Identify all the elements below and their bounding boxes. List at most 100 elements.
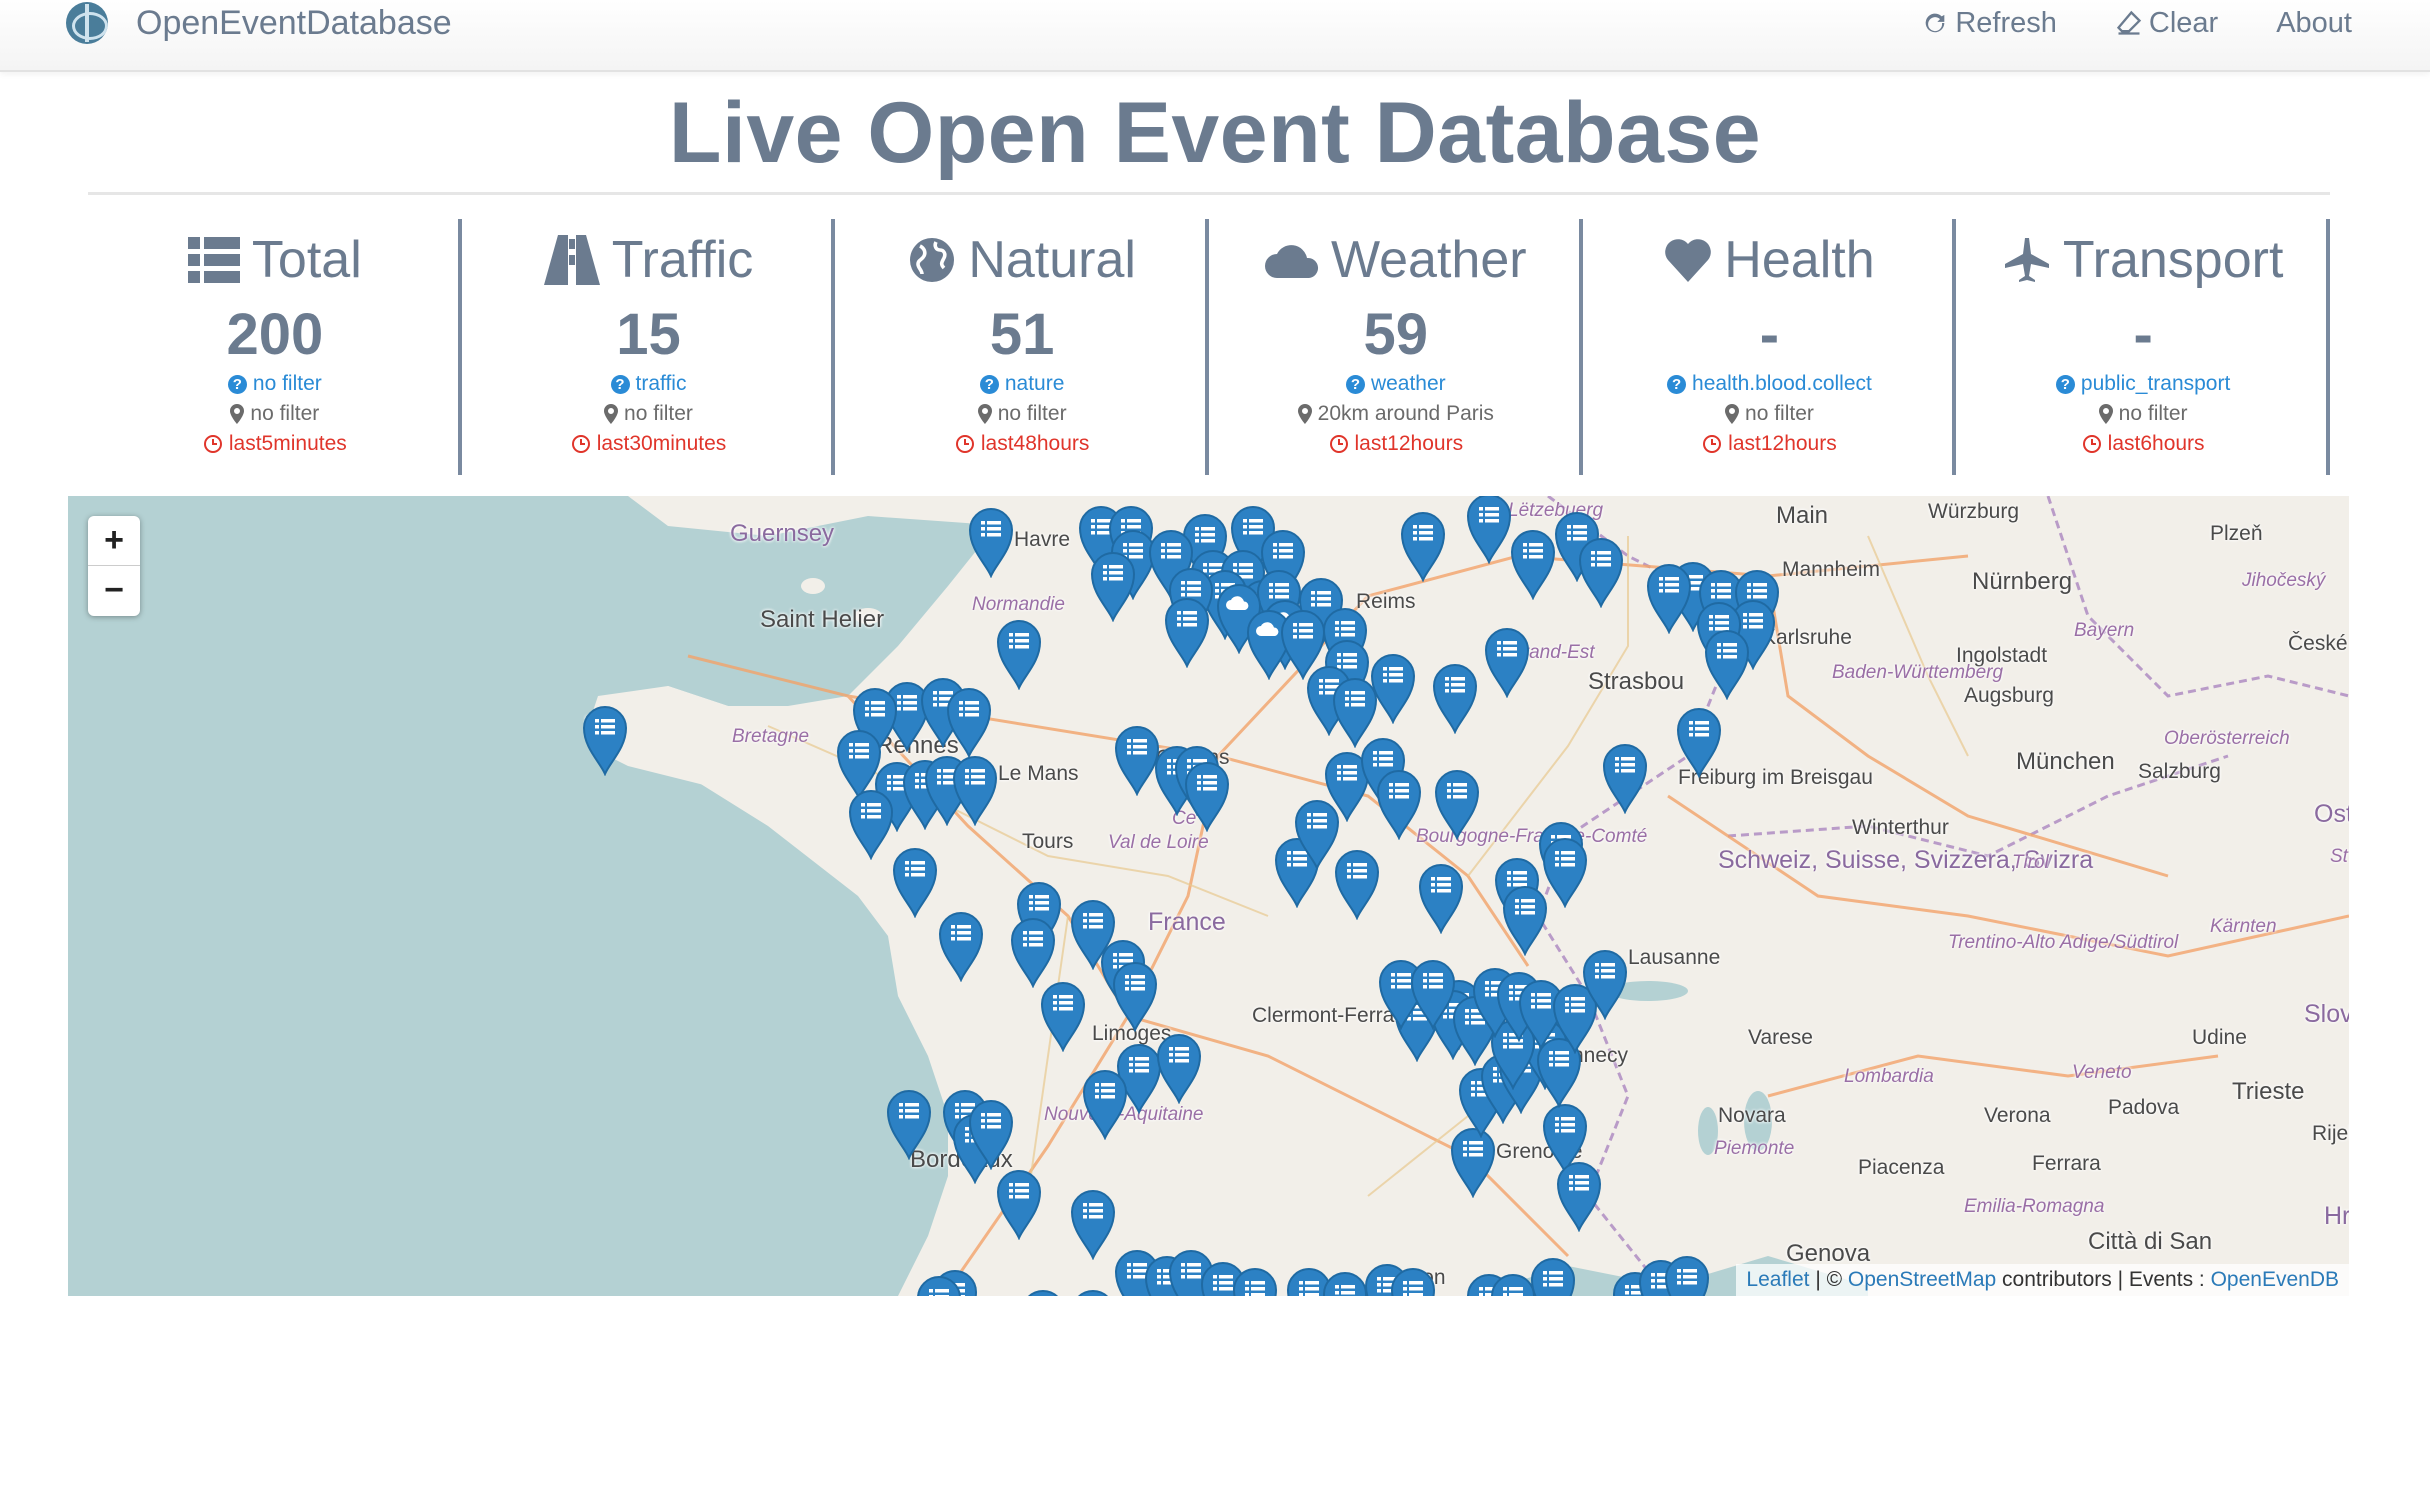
stat-health[interactable]: Health - ? health.blood.collect no filter… (1583, 215, 1957, 475)
event-marker[interactable] (1088, 548, 1138, 623)
event-marker[interactable] (1110, 958, 1160, 1033)
map-label: Oberösterreich (2164, 728, 2290, 749)
stat-total[interactable]: Total 200 ? no filter no filter last5minu… (88, 215, 462, 475)
leaflet-link[interactable]: Leaflet (1746, 1268, 1809, 1291)
event-marker[interactable] (1182, 758, 1232, 833)
about-link[interactable]: About (2276, 7, 2352, 40)
event-marker[interactable] (994, 616, 1044, 691)
event-marker[interactable] (1008, 914, 1058, 989)
event-marker[interactable] (1702, 626, 1752, 701)
stat-value: - (2133, 302, 2153, 367)
oedb-link[interactable]: OpenEvenDB (2211, 1268, 2339, 1291)
map-pin-icon (977, 404, 992, 424)
osm-link[interactable]: OpenStreetMap (1848, 1268, 1996, 1291)
event-marker[interactable] (890, 844, 940, 919)
map-label: Mannheim (1782, 558, 1881, 581)
event-marker[interactable] (884, 1086, 934, 1161)
event-marker[interactable] (1482, 624, 1532, 699)
map-label: France (1148, 908, 1226, 936)
map-label: Piacenza (1858, 1156, 1945, 1179)
event-marker[interactable] (1080, 1066, 1130, 1141)
event-marker[interactable] (1464, 496, 1514, 565)
event-marker[interactable] (580, 702, 630, 777)
map-label: Lausanne (1628, 946, 1721, 969)
event-marker[interactable] (1580, 946, 1630, 1021)
event-marker[interactable] (1038, 978, 1088, 1053)
event-marker[interactable] (1508, 526, 1558, 601)
clock-icon (2082, 435, 2101, 453)
event-marker[interactable] (950, 752, 1000, 827)
event-marker[interactable] (1154, 1030, 1204, 1105)
stat-filter[interactable]: traffic (636, 369, 687, 399)
map-attribution: Leaflet | © OpenStreetMap contributors |… (1736, 1264, 2349, 1296)
stat-natural[interactable]: Natural 51 ? nature no filter last48hours (835, 215, 1209, 475)
stat-weather[interactable]: Weather 59 ? weather 20km around Paris la… (1209, 215, 1583, 475)
map-label: Val de Loire (1108, 832, 1209, 853)
map-label: Verona (1984, 1104, 2051, 1127)
event-marker[interactable] (1408, 956, 1458, 1031)
event-marker[interactable] (966, 1096, 1016, 1171)
event-marker[interactable] (1644, 560, 1694, 635)
event-marker[interactable] (1432, 766, 1482, 841)
event-marker[interactable] (1388, 1264, 1438, 1296)
stat-transport[interactable]: Transport - ? public_transport no filter … (1956, 215, 2330, 475)
question-icon: ? (1345, 374, 1365, 394)
event-marker[interactable] (1104, 1292, 1154, 1296)
stat-filter[interactable]: weather (1371, 369, 1446, 399)
stat-filter[interactable]: health.blood.collect (1692, 369, 1872, 399)
event-marker[interactable] (1528, 1254, 1578, 1296)
event-marker[interactable] (1430, 660, 1480, 735)
map-label: Hr (2324, 1202, 2349, 1230)
event-marker[interactable] (1374, 766, 1424, 841)
zoom-in-button[interactable]: + (88, 516, 140, 566)
event-marker[interactable] (1576, 534, 1626, 609)
clock-icon (1703, 435, 1722, 453)
stat-filter[interactable]: nature (1005, 369, 1065, 399)
event-marker[interactable] (914, 1272, 964, 1296)
event-marker[interactable] (1554, 1158, 1604, 1233)
event-marker[interactable] (1416, 860, 1466, 935)
event-marker[interactable] (846, 786, 896, 861)
map-label: Nürnberg (1972, 568, 2073, 595)
event-marker[interactable] (1162, 594, 1212, 669)
event-marker[interactable] (1018, 1286, 1068, 1296)
navbar-actions: Refresh Clear About (1921, 0, 2352, 46)
clock-icon (203, 435, 222, 453)
event-marker[interactable] (1662, 1252, 1712, 1296)
stat-time: last12hours (1354, 432, 1464, 455)
event-marker[interactable] (1674, 704, 1724, 779)
stat-filter[interactable]: public_transport (2081, 369, 2230, 399)
event-marker[interactable] (1068, 1186, 1118, 1261)
map-label: Bayern (2074, 620, 2135, 641)
refresh-button[interactable]: Refresh (1921, 7, 2057, 40)
event-marker[interactable] (994, 1166, 1044, 1241)
brand[interactable]: OpenEventDatabase (66, 0, 452, 46)
stat-time: last12hours (1728, 432, 1837, 455)
event-marker[interactable] (936, 908, 986, 983)
clear-label: Clear (2148, 6, 2219, 39)
zoom-out-button[interactable]: − (88, 566, 140, 616)
event-marker[interactable] (1500, 882, 1550, 957)
question-icon: ? (610, 374, 630, 394)
map-pin-icon (230, 404, 245, 424)
clear-button[interactable]: Clear (2115, 7, 2218, 40)
event-marker[interactable] (1398, 508, 1448, 583)
map-label: St (2330, 846, 2348, 867)
stat-traffic[interactable]: Traffic 15 ? traffic no filter last30minu… (462, 215, 836, 475)
refresh-icon (1926, 13, 1945, 33)
event-marker[interactable] (1230, 1264, 1280, 1296)
event-marker[interactable] (966, 504, 1016, 579)
event-marker[interactable] (944, 684, 994, 759)
clock-icon (571, 435, 590, 453)
map-label: Varese (1748, 1026, 1813, 1049)
about-label: About (2276, 6, 2352, 39)
map-label: Normandie (972, 594, 1065, 615)
event-map[interactable]: Guernsey Saint Helier Bretagne Br Rennes… (68, 496, 2349, 1296)
event-marker[interactable] (1600, 740, 1650, 815)
stat-label: Natural (968, 231, 1136, 289)
stat-filter[interactable]: no filter (253, 369, 322, 399)
eraser-icon (2116, 10, 2142, 35)
map-label: Lombardia (1844, 1066, 1934, 1087)
event-marker[interactable] (1292, 796, 1342, 871)
map-label: Guernsey (730, 520, 835, 547)
